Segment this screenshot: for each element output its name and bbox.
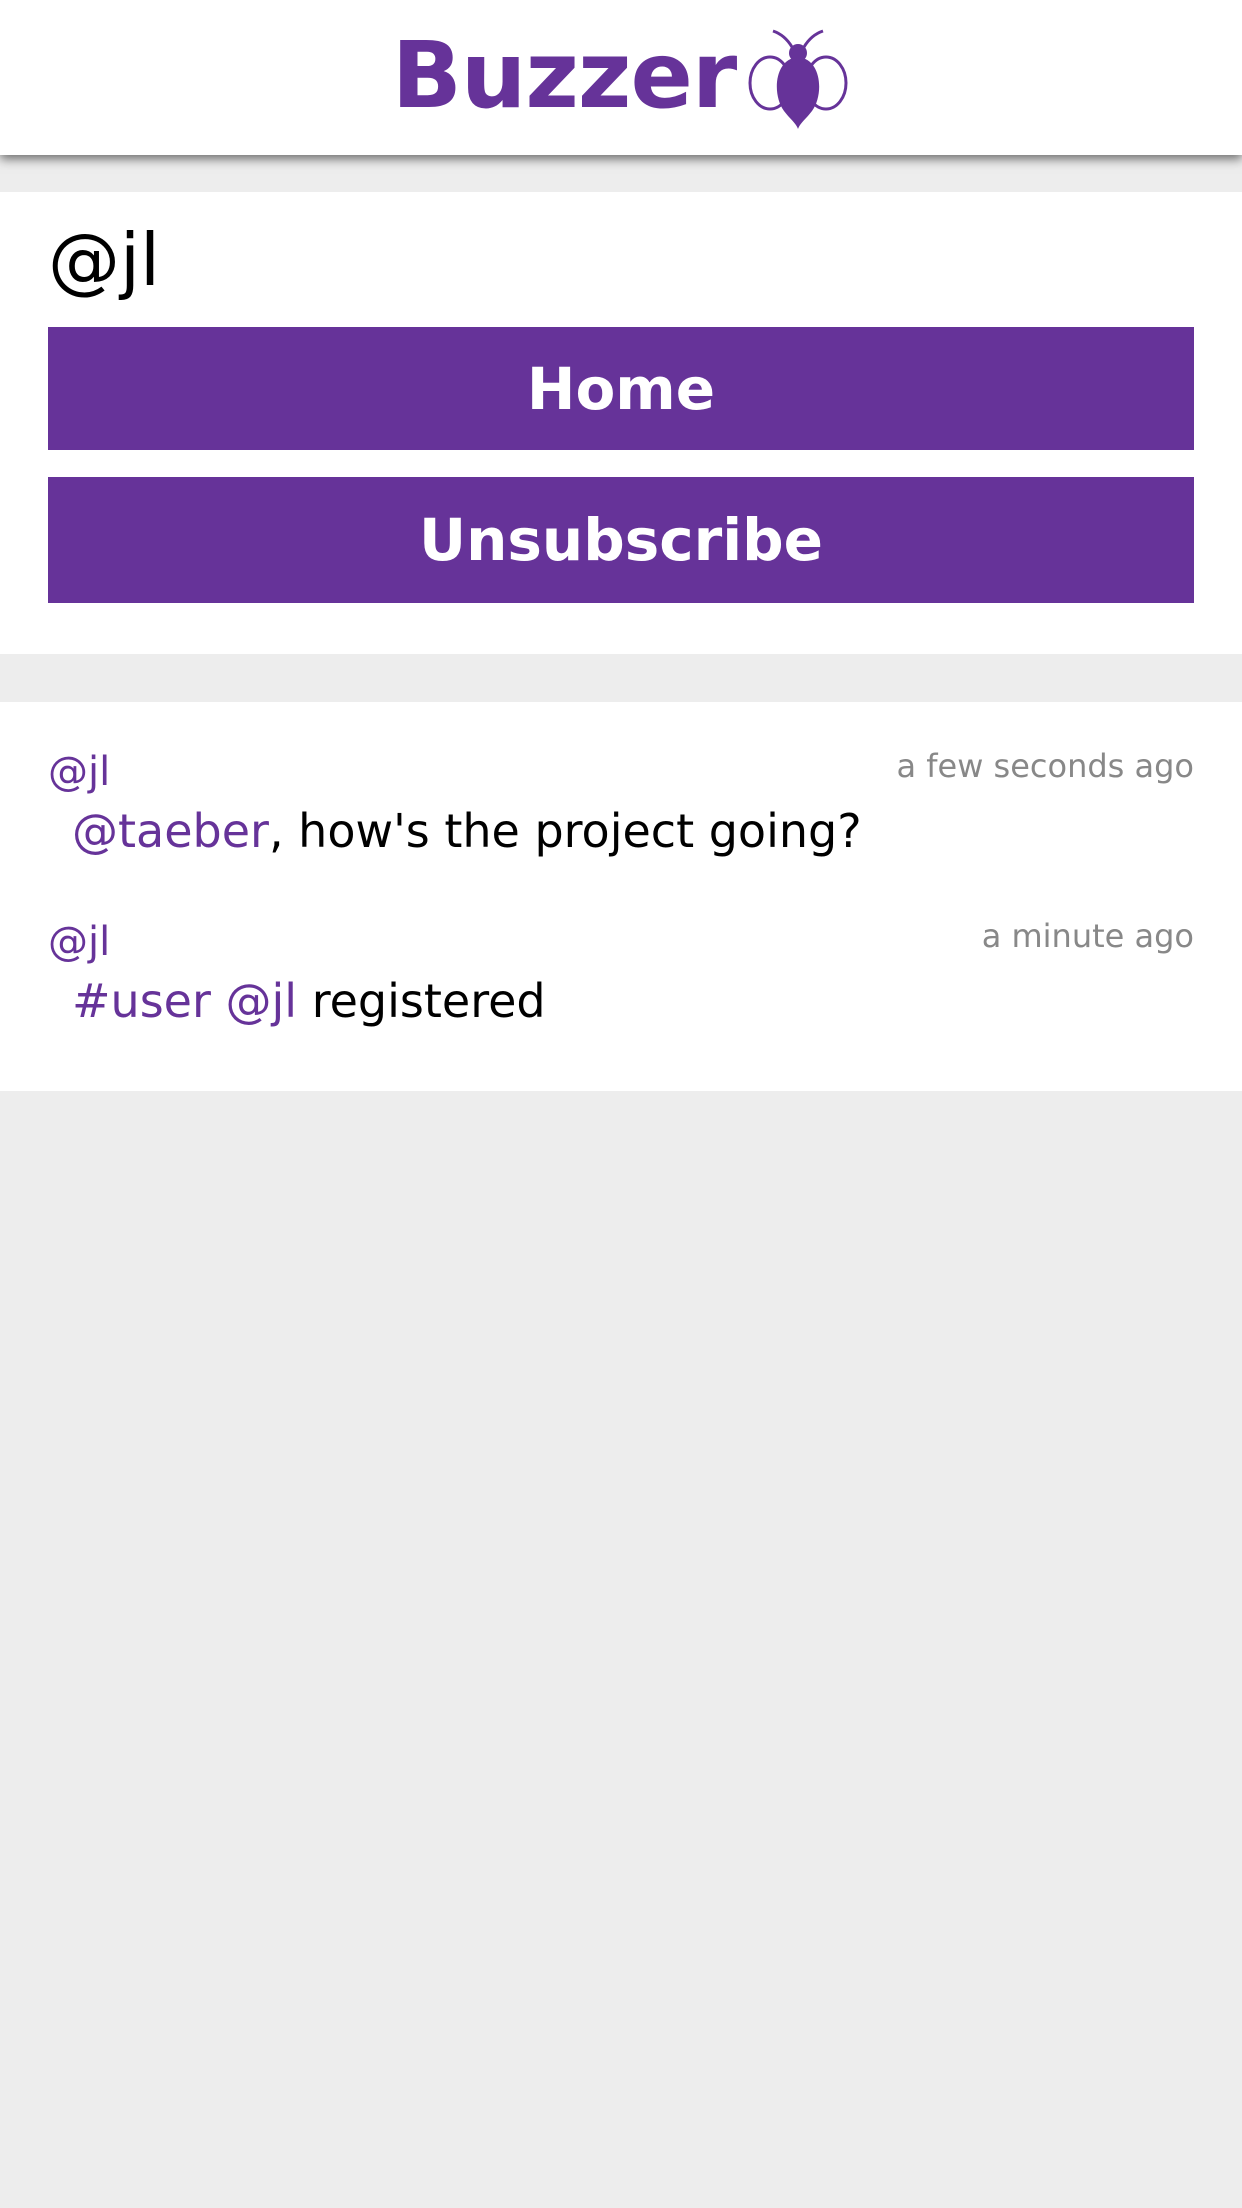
post-timestamp: a minute ago — [981, 917, 1194, 955]
post-author-link[interactable]: @jl — [48, 918, 110, 966]
post-body: #user @jl registered — [72, 972, 546, 1030]
unsubscribe-button[interactable]: Unsubscribe — [48, 477, 1194, 603]
post-text: registered — [311, 974, 546, 1028]
post-body: @taeber, how's the project going? — [72, 802, 862, 860]
post-text: , how's the project going? — [268, 804, 862, 858]
post-timestamp: a few seconds ago — [896, 747, 1194, 785]
profile-username: @jl — [48, 218, 161, 302]
post-author-link[interactable]: @jl — [48, 748, 110, 796]
brand-logo[interactable]: Buzzer — [0, 0, 1242, 155]
mention-link[interactable]: @taeber — [72, 804, 269, 858]
home-button[interactable]: Home — [48, 327, 1194, 450]
brand-name: Buzzer — [391, 21, 737, 129]
mention-link[interactable]: @jl — [226, 974, 298, 1028]
top-bar: Buzzer — [0, 0, 1242, 155]
hashtag-link[interactable]: #user — [72, 974, 211, 1028]
bee-icon — [746, 25, 850, 129]
